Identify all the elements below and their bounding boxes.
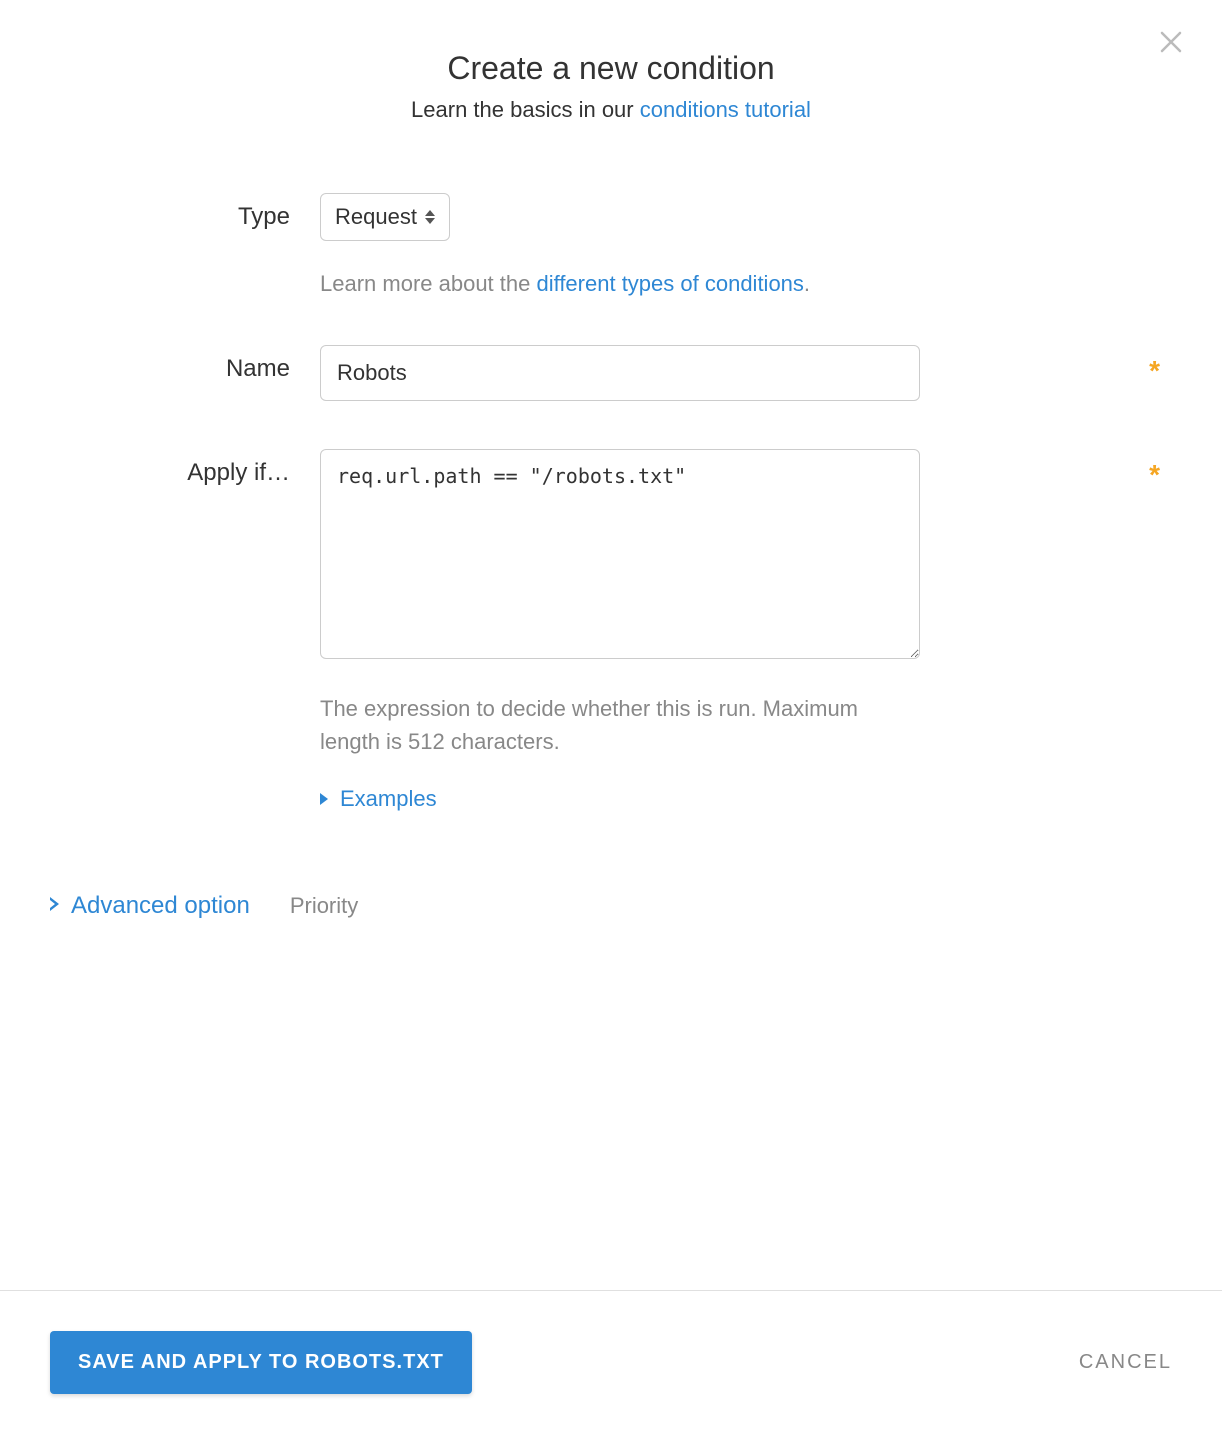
name-row: Name *	[90, 345, 1132, 401]
priority-label: Priority	[290, 893, 358, 919]
required-asterisk-icon: *	[1149, 459, 1160, 491]
apply-if-description: The expression to decide whether this is…	[320, 692, 920, 758]
type-select[interactable]: Request	[320, 193, 450, 241]
conditions-tutorial-link[interactable]: conditions tutorial	[640, 97, 811, 122]
type-row: Type Request Learn more about the differ…	[90, 193, 1132, 297]
chevron-right-icon	[50, 897, 59, 916]
examples-label: Examples	[340, 786, 437, 812]
advanced-option-toggle[interactable]: Advanced option	[50, 892, 250, 920]
close-button[interactable]	[1160, 30, 1182, 58]
subtitle-prefix: Learn the basics in our	[411, 97, 640, 122]
dialog-footer: SAVE AND APPLY TO ROBOTS.TXT CANCEL	[0, 1290, 1222, 1434]
apply-if-label: Apply if…	[187, 459, 290, 486]
triangle-right-icon	[320, 793, 328, 805]
save-prefix: SAVE AND APPLY TO	[78, 1351, 305, 1373]
condition-types-link[interactable]: different types of conditions	[536, 271, 803, 296]
advanced-option-row: Advanced option Priority	[0, 892, 1222, 920]
apply-if-textarea[interactable]	[320, 449, 920, 659]
type-help-suffix: .	[804, 271, 810, 296]
close-icon	[1160, 31, 1182, 53]
save-target: ROBOTS.TXT	[305, 1351, 444, 1373]
select-arrows-icon	[425, 210, 435, 224]
dialog-subtitle: Learn the basics in our conditions tutor…	[0, 97, 1222, 123]
cancel-button[interactable]: CANCEL	[1079, 1351, 1172, 1374]
name-input[interactable]	[320, 345, 920, 401]
apply-if-row: Apply if… * The expression to decide whe…	[90, 449, 1132, 812]
type-help-text: Learn more about the different types of …	[320, 271, 1132, 297]
required-asterisk-icon: *	[1149, 355, 1160, 387]
name-label: Name	[226, 355, 290, 382]
save-and-apply-button[interactable]: SAVE AND APPLY TO ROBOTS.TXT	[50, 1331, 472, 1394]
condition-form: Type Request Learn more about the differ…	[0, 123, 1222, 812]
type-label: Type	[238, 203, 290, 230]
examples-toggle[interactable]: Examples	[320, 786, 1132, 812]
type-select-value: Request	[335, 204, 417, 230]
advanced-option-label: Advanced option	[71, 892, 250, 920]
dialog-title: Create a new condition	[0, 50, 1222, 87]
type-help-prefix: Learn more about the	[320, 271, 536, 296]
dialog-header: Create a new condition Learn the basics …	[0, 0, 1222, 123]
